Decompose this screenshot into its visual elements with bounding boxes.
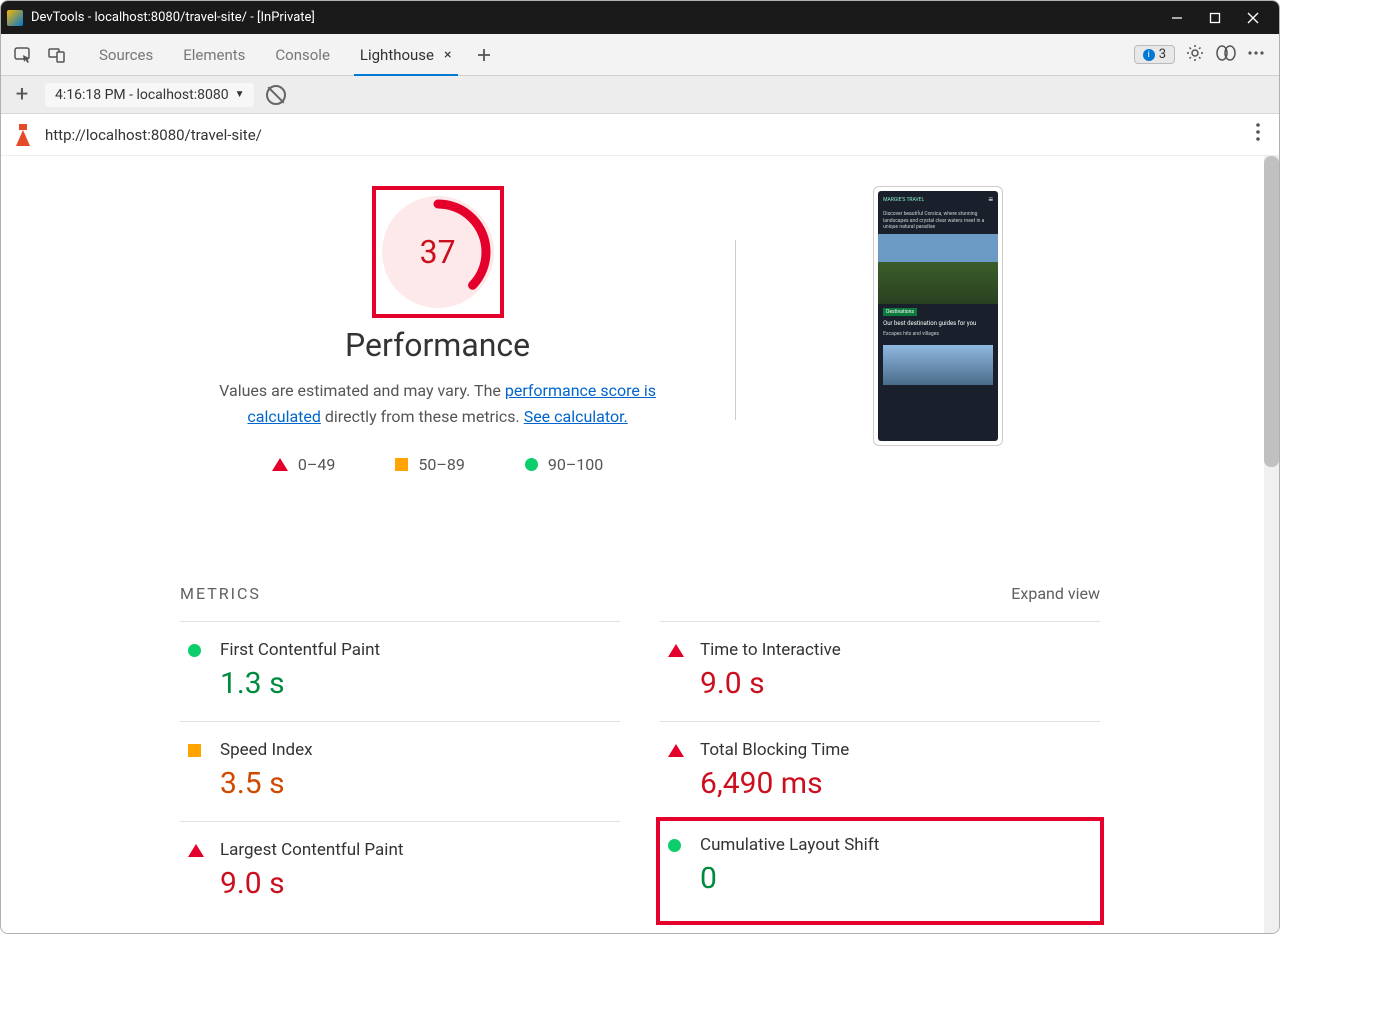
metric-label: First Contentful Paint: [220, 640, 612, 660]
scrollbar-thumb[interactable]: [1264, 156, 1279, 467]
metric-tti: Time to Interactive 9.0 s: [660, 621, 1100, 721]
inspect-icon[interactable]: [7, 39, 39, 71]
thumb-small: Escapes hits and villages: [883, 331, 993, 337]
run-selector[interactable]: 4:16:18 PM - localhost:8080 ▼: [45, 83, 254, 107]
tab-label: Console: [275, 46, 330, 64]
thumb-hero-image: [878, 234, 998, 304]
metric-value: 1.3 s: [220, 666, 612, 701]
expand-view-link[interactable]: Expand view: [1011, 584, 1100, 603]
metric-si: Speed Index 3.5 s: [180, 721, 620, 821]
square-orange-icon: [188, 744, 201, 757]
legend-fail: 0–49: [272, 455, 335, 474]
square-orange-icon: [395, 458, 408, 471]
metric-value: 9.0 s: [700, 666, 1092, 701]
triangle-red-icon: [272, 458, 288, 471]
thumb-hero-text: Discover beautiful Corsica, where stunni…: [878, 208, 998, 234]
tab-label: Lighthouse: [360, 46, 434, 64]
report-menu-icon[interactable]: [1249, 121, 1267, 149]
report-url: http://localhost:8080/travel-site/: [45, 126, 262, 144]
maximize-button[interactable]: [1205, 8, 1225, 28]
issues-badge[interactable]: i 3: [1134, 45, 1175, 64]
issues-count: 3: [1159, 47, 1166, 62]
report-body[interactable]: 37 Performance Values are estimated and …: [1, 156, 1279, 933]
titlebar: DevTools - localhost:8080/travel-site/ -…: [1, 1, 1279, 34]
tab-label: Sources: [99, 46, 153, 64]
run-label: 4:16:18 PM - localhost:8080: [55, 87, 229, 103]
score-highlight-box: 37: [372, 186, 504, 318]
triangle-red-icon: [668, 644, 684, 657]
copilot-icon[interactable]: [1215, 43, 1237, 67]
tab-label: Elements: [183, 46, 245, 64]
legend-average: 50–89: [395, 455, 464, 474]
tab-elements[interactable]: Elements: [169, 34, 259, 76]
tab-lighthouse[interactable]: Lighthouse ×: [346, 34, 466, 76]
vertical-divider: [735, 240, 736, 420]
metric-cls: Cumulative Layout Shift 0: [656, 817, 1104, 925]
metrics-grid: First Contentful Paint 1.3 s Time to Int…: [180, 621, 1100, 921]
more-tabs-icon[interactable]: [468, 39, 500, 71]
metric-tbt: Total Blocking Time 6,490 ms: [660, 721, 1100, 821]
new-report-button[interactable]: +: [11, 82, 33, 107]
close-window-button[interactable]: [1243, 8, 1263, 28]
scrollbar[interactable]: [1264, 156, 1279, 933]
metric-lcp: Largest Contentful Paint 9.0 s: [180, 821, 620, 921]
devtools-window: DevTools - localhost:8080/travel-site/ -…: [0, 0, 1280, 934]
performance-description: Values are estimated and may vary. The p…: [218, 378, 658, 429]
lighthouse-toolbar: + 4:16:18 PM - localhost:8080 ▼: [1, 76, 1279, 114]
tab-console[interactable]: Console: [261, 34, 344, 76]
metrics-heading: METRICS: [180, 584, 261, 603]
device-toggle-icon[interactable]: [41, 39, 73, 71]
minimize-button[interactable]: [1167, 8, 1187, 28]
calculator-link[interactable]: See calculator.: [524, 407, 628, 426]
thumb-section-image: [883, 345, 993, 385]
settings-icon[interactable]: [1185, 43, 1205, 67]
issue-dot-icon: i: [1143, 49, 1155, 61]
close-tab-icon[interactable]: ×: [444, 47, 451, 63]
url-row: http://localhost:8080/travel-site/: [1, 114, 1279, 156]
app-icon: [7, 10, 23, 26]
performance-gauge: 37: [382, 196, 494, 308]
legend-pass: 90–100: [525, 455, 603, 474]
clear-icon[interactable]: [266, 85, 286, 105]
metric-label: Cumulative Layout Shift: [700, 835, 1092, 855]
metric-fcp: First Contentful Paint 1.3 s: [180, 621, 620, 721]
circle-green-icon: [188, 644, 201, 657]
metric-label: Speed Index: [220, 740, 612, 760]
circle-green-icon: [525, 458, 538, 471]
tab-sources[interactable]: Sources: [85, 34, 167, 76]
thumb-brand: MARGIE'S TRAVEL: [883, 197, 924, 203]
thumb-subtitle: Our best destination guides for you: [883, 320, 993, 327]
window-title: DevTools - localhost:8080/travel-site/ -…: [31, 10, 1167, 25]
hamburger-icon: ≡: [988, 195, 993, 204]
thumb-tag: Destinations: [883, 308, 917, 316]
metric-value: 0: [700, 861, 1092, 896]
metric-value: 6,490 ms: [700, 766, 1092, 801]
metric-value: 3.5 s: [220, 766, 612, 801]
more-menu-icon[interactable]: [1247, 44, 1265, 66]
triangle-red-icon: [188, 844, 204, 857]
performance-title: Performance: [345, 326, 530, 364]
window-controls: [1167, 8, 1273, 28]
score-legend: 0–49 50–89 90–100: [272, 455, 603, 474]
caret-down-icon: ▼: [235, 89, 245, 100]
metric-label: Total Blocking Time: [700, 740, 1092, 760]
triangle-red-icon: [668, 744, 684, 757]
page-screenshot-thumb: MARGIE'S TRAVEL ≡ Discover beautiful Cors…: [873, 186, 1003, 446]
metric-value: 9.0 s: [220, 866, 612, 901]
circle-green-icon: [668, 839, 681, 852]
metric-label: Time to Interactive: [700, 640, 1092, 660]
lighthouse-icon: [13, 124, 33, 146]
metric-label: Largest Contentful Paint: [220, 840, 612, 860]
panel-tabstrip: Sources Elements Console Lighthouse × i …: [1, 34, 1279, 76]
